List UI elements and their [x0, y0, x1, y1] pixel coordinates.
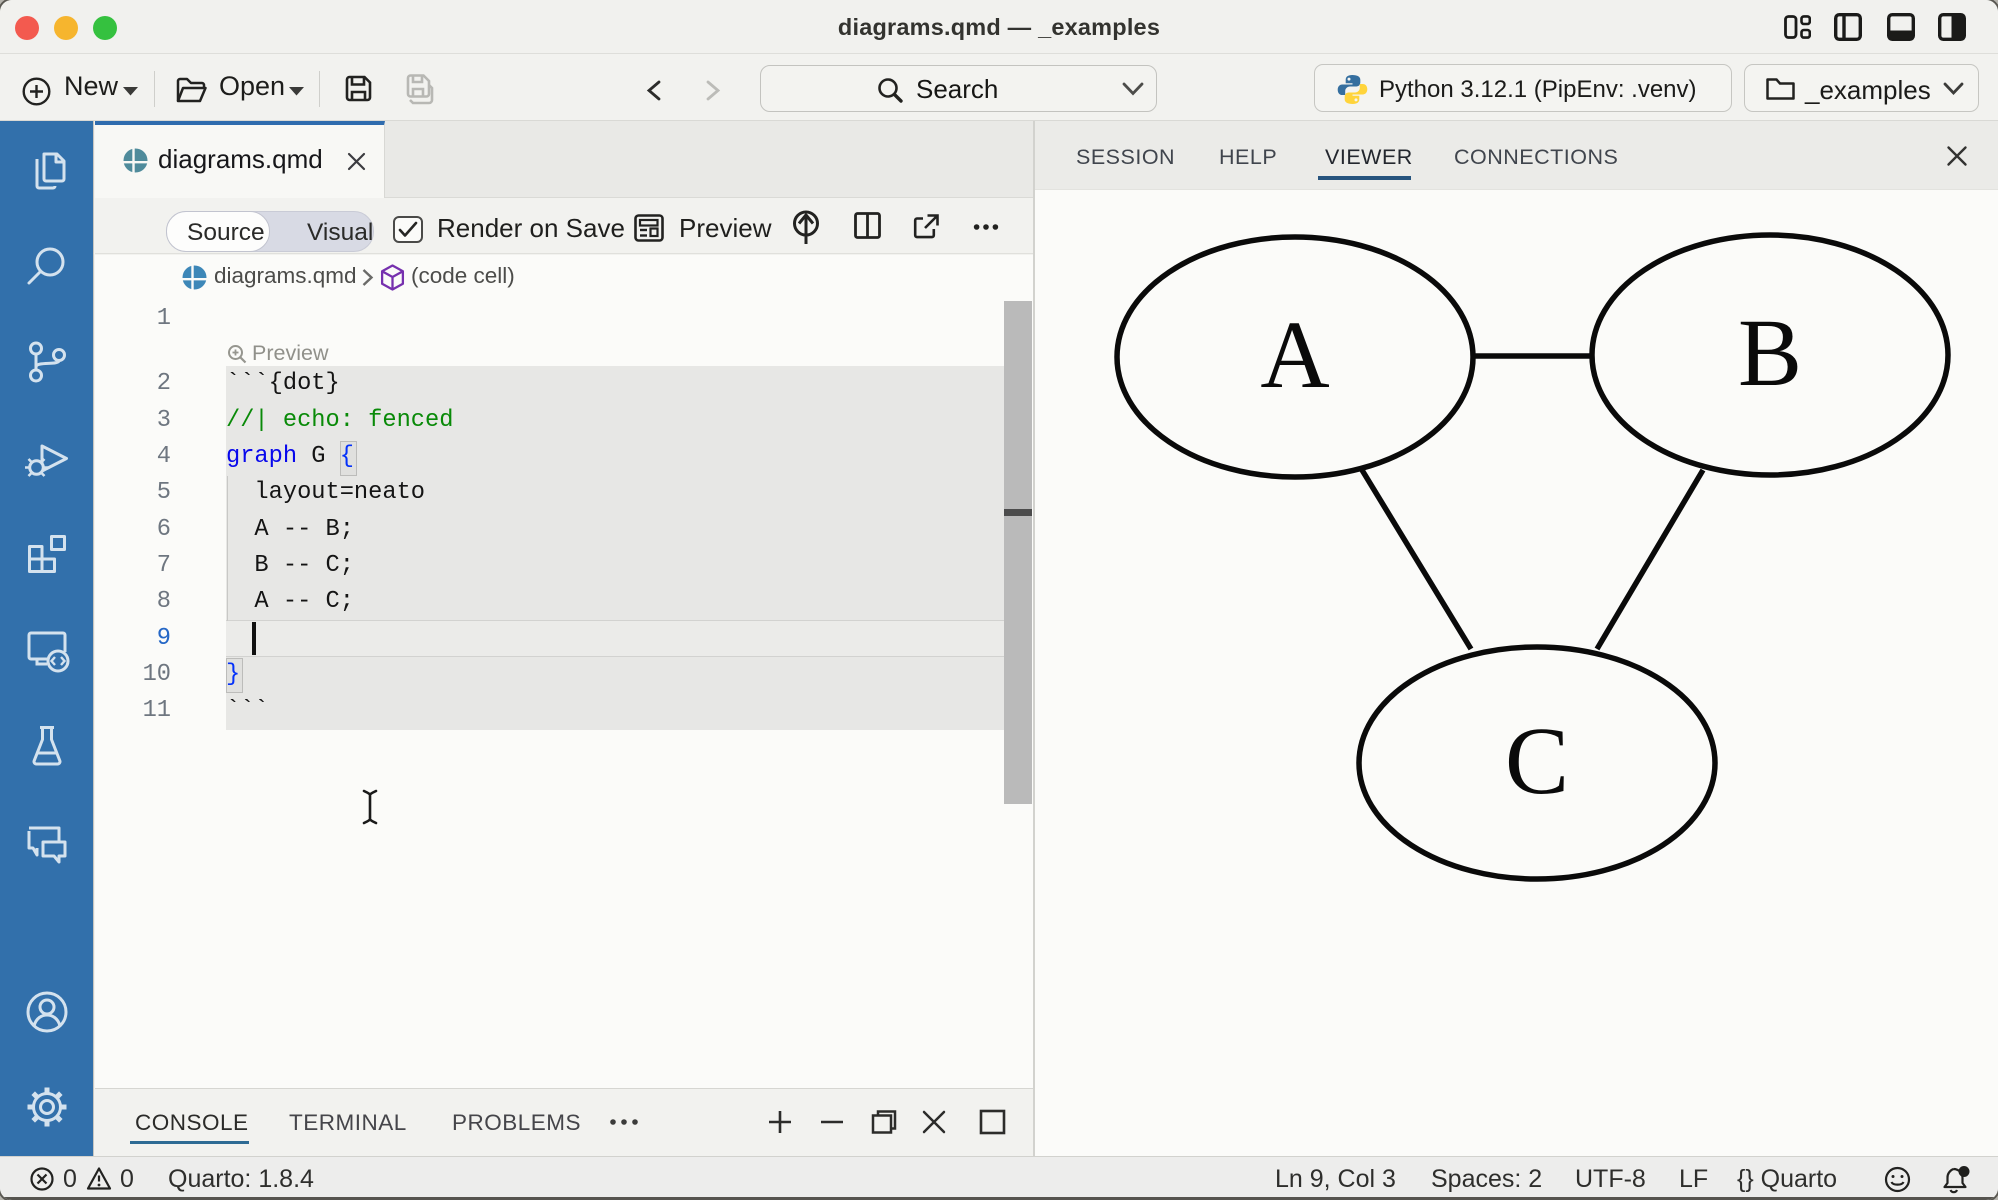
svg-text:C: C	[1505, 707, 1569, 814]
svg-text:A: A	[1260, 301, 1329, 408]
svg-text:B: B	[1738, 299, 1802, 406]
